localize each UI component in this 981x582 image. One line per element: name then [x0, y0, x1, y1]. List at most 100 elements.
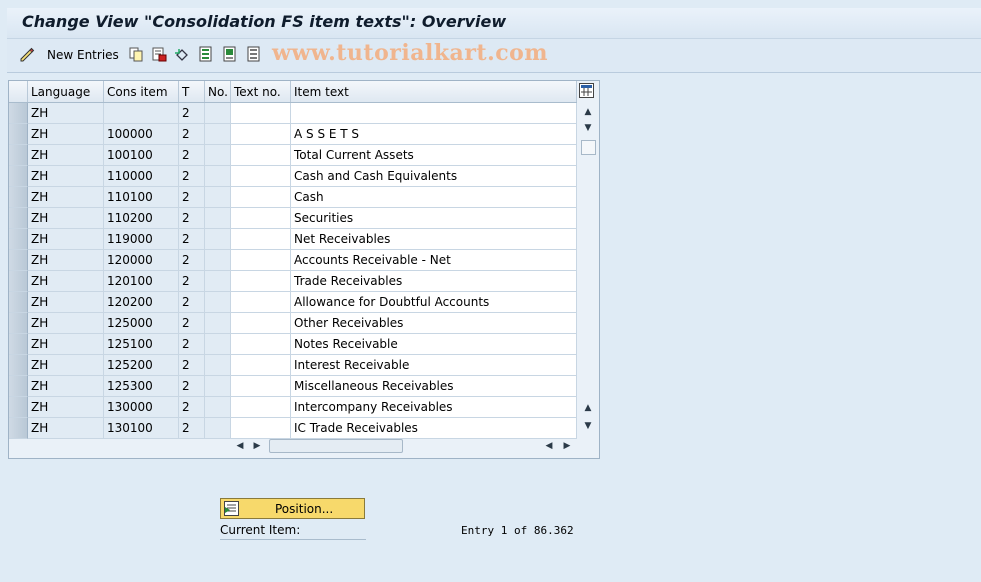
t-cell: 2	[179, 124, 205, 145]
scroll-page-up-arrow-icon[interactable]: ▲	[581, 401, 595, 415]
column-header-cons-item[interactable]: Cons item	[104, 81, 179, 102]
item-text-field[interactable]: IC Trade Receivables	[291, 418, 577, 439]
position-button-label: Position...	[275, 502, 334, 516]
item-text-field[interactable]: A S S E T S	[291, 124, 577, 145]
row-selector[interactable]	[9, 376, 28, 397]
table-row: ZH 120100 2 Trade Receivables	[9, 271, 577, 292]
cons-item-cell	[104, 103, 179, 124]
t-cell: 2	[179, 271, 205, 292]
row-selector[interactable]	[9, 145, 28, 166]
row-selector[interactable]	[9, 418, 28, 439]
select-all-icon[interactable]	[198, 46, 214, 62]
text-no-field[interactable]	[231, 250, 291, 271]
item-text-field[interactable]: Cash and Cash Equivalents	[291, 166, 577, 187]
new-entries-button[interactable]: New Entries	[47, 48, 119, 62]
language-cell: ZH	[28, 145, 104, 166]
select-block-icon[interactable]	[222, 46, 238, 62]
scroll-down-arrow-icon[interactable]: ▼	[581, 121, 595, 135]
row-selector[interactable]	[9, 229, 28, 250]
text-no-field[interactable]	[231, 124, 291, 145]
column-header-item-text[interactable]: Item text	[291, 81, 577, 102]
text-no-field[interactable]	[231, 397, 291, 418]
row-selector[interactable]	[9, 292, 28, 313]
table-row: ZH 110100 2 Cash	[9, 187, 577, 208]
text-no-field[interactable]	[231, 355, 291, 376]
text-no-field[interactable]	[231, 313, 291, 334]
horizontal-scroll-thumb[interactable]	[269, 439, 403, 453]
no-cell	[205, 145, 231, 166]
t-cell: 2	[179, 229, 205, 250]
vertical-scrollbar[interactable]: ▲ ▼ ▲ ▼	[579, 102, 597, 436]
delete-icon[interactable]	[151, 46, 167, 62]
t-cell: 2	[179, 313, 205, 334]
item-text-field[interactable]: Other Receivables	[291, 313, 577, 334]
item-text-field[interactable]: Notes Receivable	[291, 334, 577, 355]
text-no-field[interactable]	[231, 187, 291, 208]
position-button[interactable]: Position...	[220, 498, 365, 519]
vertical-scroll-thumb[interactable]	[581, 140, 596, 155]
item-text-field[interactable]: Cash	[291, 187, 577, 208]
item-text-field[interactable]: Intercompany Receivables	[291, 397, 577, 418]
text-no-field[interactable]	[231, 145, 291, 166]
item-text-field[interactable]	[291, 103, 577, 124]
item-text-field[interactable]: Interest Receivable	[291, 355, 577, 376]
item-text-field[interactable]: Net Receivables	[291, 229, 577, 250]
item-text-field[interactable]: Securities	[291, 208, 577, 229]
column-header-t[interactable]: T	[179, 81, 205, 102]
text-no-field[interactable]	[231, 103, 291, 124]
item-text-field[interactable]: Total Current Assets	[291, 145, 577, 166]
no-cell	[205, 229, 231, 250]
row-selector[interactable]	[9, 313, 28, 334]
scroll-far-right-arrow-icon[interactable]: ▶	[560, 439, 574, 453]
row-selector[interactable]	[9, 166, 28, 187]
scroll-up-arrow-icon[interactable]: ▲	[581, 105, 595, 119]
no-cell	[205, 313, 231, 334]
text-no-field[interactable]	[231, 271, 291, 292]
item-text-field[interactable]: Trade Receivables	[291, 271, 577, 292]
row-selector[interactable]	[9, 334, 28, 355]
language-cell: ZH	[28, 376, 104, 397]
scroll-far-left-arrow-icon[interactable]: ◀	[542, 439, 556, 453]
select-all-rows-corner[interactable]	[9, 81, 28, 102]
no-cell	[205, 397, 231, 418]
row-selector[interactable]	[9, 397, 28, 418]
row-selector[interactable]	[9, 208, 28, 229]
text-no-field[interactable]	[231, 208, 291, 229]
language-cell: ZH	[28, 313, 104, 334]
item-text-field[interactable]: Miscellaneous Receivables	[291, 376, 577, 397]
column-header-no[interactable]: No.	[205, 81, 231, 102]
text-no-field[interactable]	[231, 418, 291, 439]
scroll-right-arrow-icon[interactable]: ▶	[250, 439, 264, 453]
t-cell: 2	[179, 397, 205, 418]
copy-icon[interactable]	[128, 46, 144, 62]
row-selector[interactable]	[9, 250, 28, 271]
horizontal-scrollbar[interactable]: ◀ ▶ ◀ ▶	[229, 437, 577, 455]
row-selector[interactable]	[9, 103, 28, 124]
column-header-text-no[interactable]: Text no.	[231, 81, 291, 102]
item-text-field[interactable]: Allowance for Doubtful Accounts	[291, 292, 577, 313]
text-no-field[interactable]	[231, 376, 291, 397]
scroll-page-down-arrow-icon[interactable]: ▼	[581, 419, 595, 433]
row-selector[interactable]	[9, 271, 28, 292]
table-row: ZH 125200 2 Interest Receivable	[9, 355, 577, 376]
text-no-field[interactable]	[231, 166, 291, 187]
no-cell	[205, 418, 231, 439]
undo-icon[interactable]	[174, 46, 190, 62]
language-cell: ZH	[28, 292, 104, 313]
row-selector[interactable]	[9, 187, 28, 208]
scroll-left-arrow-icon[interactable]: ◀	[233, 439, 247, 453]
text-no-field[interactable]	[231, 229, 291, 250]
column-header-language[interactable]: Language	[28, 81, 104, 102]
text-no-field[interactable]	[231, 292, 291, 313]
deselect-all-icon[interactable]	[246, 46, 262, 62]
item-text-field[interactable]: Accounts Receivable - Net	[291, 250, 577, 271]
row-selector[interactable]	[9, 355, 28, 376]
table-settings-icon[interactable]	[579, 83, 594, 98]
cons-item-cell: 100100	[104, 145, 179, 166]
row-selector[interactable]	[9, 124, 28, 145]
edit-pencil-icon[interactable]	[19, 46, 35, 62]
text-no-field[interactable]	[231, 334, 291, 355]
table-row: ZH 130000 2 Intercompany Receivables	[9, 397, 577, 418]
t-cell: 2	[179, 418, 205, 439]
table-row: ZH 110200 2 Securities	[9, 208, 577, 229]
